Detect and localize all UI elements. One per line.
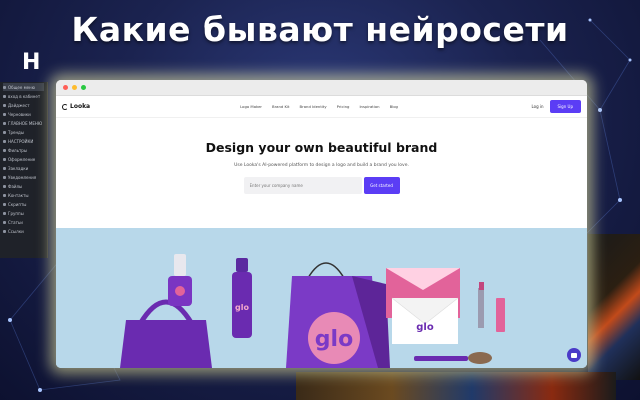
sidebar-item[interactable]: Оформление: [3, 155, 44, 163]
folder-icon: [3, 130, 6, 134]
sidebar-item[interactable]: Общее меню: [3, 83, 44, 91]
nav-actions: Log in Sign Up: [531, 100, 581, 113]
hero-title: Design your own beautiful brand: [205, 140, 438, 155]
sidebar-item[interactable]: Файлы: [3, 182, 44, 190]
folder-icon: [3, 220, 6, 224]
folder-icon: [3, 85, 6, 89]
site-navbar: Looka Logo Maker Brand Kit Brand Identit…: [56, 96, 587, 118]
background-artwork: [588, 234, 640, 380]
folder-icon: [3, 202, 6, 206]
nav-item-logo-maker[interactable]: Logo Maker: [240, 104, 262, 109]
svg-text:glo: glo: [416, 322, 434, 333]
sidebar-item[interactable]: вход в кабинет: [3, 92, 44, 100]
folder-icon: [3, 121, 6, 125]
sidebar-item[interactable]: Группы: [3, 209, 44, 217]
browser-window: Looka Logo Maker Brand Kit Brand Identit…: [56, 80, 587, 368]
folder-icon: [3, 211, 6, 215]
sidebar-item[interactable]: Уведомления: [3, 173, 44, 181]
folder-icon: [3, 103, 6, 107]
svg-text:glo: glo: [315, 327, 353, 352]
sidebar-item[interactable]: Тренды: [3, 128, 44, 136]
nav-item-brand-kit[interactable]: Brand Kit: [272, 104, 290, 109]
folder-icon: [3, 175, 6, 179]
merch-illustration: glo glo glo: [56, 228, 587, 368]
nav-item-inspiration[interactable]: Inspiration: [359, 104, 379, 109]
folder-icon: [3, 148, 6, 152]
nav-menu: Logo Maker Brand Kit Brand Identity Pric…: [240, 104, 398, 109]
brand-logo[interactable]: Looka: [62, 103, 90, 110]
sidebar-item[interactable]: Дайджест: [3, 101, 44, 109]
hero-section: Design your own beautiful brand Use Look…: [56, 118, 587, 228]
login-link[interactable]: Log in: [531, 104, 543, 109]
sidebar-item[interactable]: Контакты: [3, 191, 44, 199]
brand-merch-photo: glo glo glo: [56, 228, 587, 368]
looka-logo-icon: [62, 103, 68, 110]
maximize-window-icon[interactable]: [81, 85, 86, 90]
sidebar-panel: Общее меню вход в кабинет Дайджест Черно…: [0, 82, 48, 258]
get-started-button[interactable]: Get started: [363, 177, 400, 194]
sidebar-item[interactable]: Ссылки: [3, 227, 44, 235]
background-artwork-bottom: [296, 372, 616, 400]
nav-item-brand-identity[interactable]: Brand Identity: [300, 104, 327, 109]
folder-icon: [3, 94, 6, 98]
sidebar-item[interactable]: Фильтры: [3, 146, 44, 154]
folder-icon: [3, 112, 6, 116]
sidebar-item[interactable]: НАСТРОЙКИ: [3, 137, 44, 145]
sidebar-item[interactable]: Черновики: [3, 110, 44, 118]
chat-widget-button[interactable]: [567, 348, 581, 362]
company-name-form: Get started: [56, 177, 587, 194]
folder-icon: [3, 157, 6, 161]
folder-icon: [3, 184, 6, 188]
sidebar-item[interactable]: Скрипты: [3, 200, 44, 208]
minimize-window-icon[interactable]: [72, 85, 77, 90]
slide-title: Какие бывают нейросети: [71, 10, 569, 49]
company-name-input[interactable]: [243, 177, 362, 194]
browser-titlebar: [56, 80, 587, 96]
nav-item-pricing[interactable]: Pricing: [337, 104, 350, 109]
slide-subtitle: Н: [22, 50, 41, 75]
sidebar-item[interactable]: ГЛАВНОЕ МЕНЮ: [3, 119, 44, 127]
nav-item-blog[interactable]: Blog: [390, 104, 398, 109]
sidebar-item[interactable]: Статьи: [3, 218, 44, 226]
folder-icon: [3, 193, 6, 197]
folder-icon: [3, 166, 6, 170]
folder-icon: [3, 229, 6, 233]
sidebar-item[interactable]: Закладки: [3, 164, 44, 172]
folder-icon: [3, 139, 6, 143]
signup-button[interactable]: Sign Up: [549, 100, 581, 113]
svg-text:glo: glo: [235, 303, 249, 312]
close-window-icon[interactable]: [63, 85, 68, 90]
chat-bubble-icon: [571, 352, 577, 358]
hero-subtitle: Use Looka's AI-powered platform to desig…: [234, 163, 409, 168]
